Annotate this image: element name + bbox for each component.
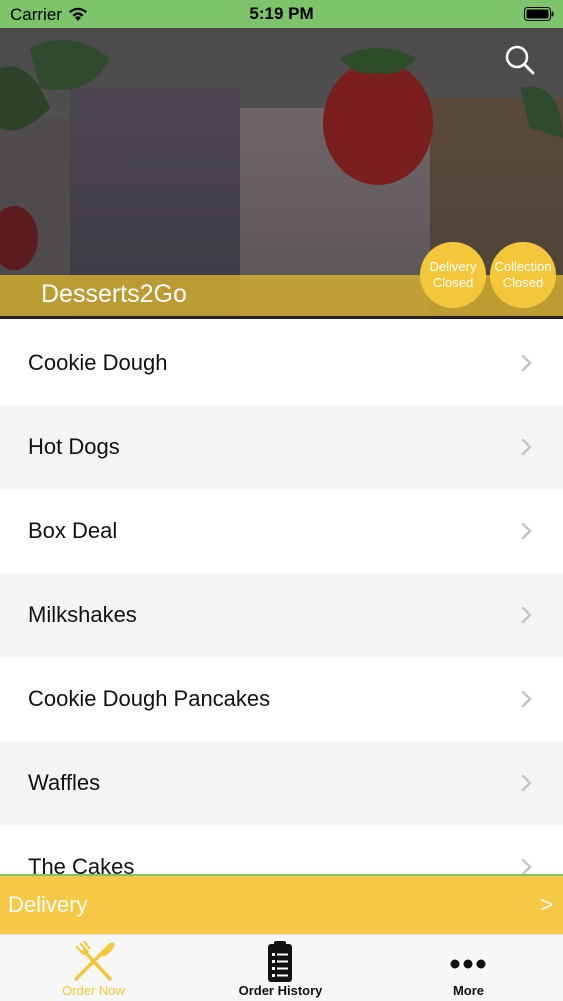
list-item[interactable]: Milkshakes bbox=[0, 573, 563, 657]
tab-label: Order Now bbox=[62, 983, 125, 998]
clipboard-list-icon bbox=[268, 941, 292, 982]
collection-status-badge: Collection Closed bbox=[490, 242, 556, 308]
menu-category-list: Cookie Dough Hot Dogs Box Deal Milkshake… bbox=[0, 321, 563, 874]
list-item[interactable]: Cookie Dough bbox=[0, 321, 563, 405]
tab-more[interactable]: More bbox=[375, 935, 562, 1001]
tab-label: Order History bbox=[238, 983, 323, 998]
badge-line: Delivery bbox=[429, 259, 477, 274]
battery-icon bbox=[524, 7, 554, 21]
delivery-mode-label: Delivery bbox=[8, 892, 88, 917]
list-item[interactable]: Waffles bbox=[0, 741, 563, 825]
badge-line: Closed bbox=[502, 275, 544, 290]
tab-label: More bbox=[452, 983, 485, 998]
list-item[interactable]: Box Deal bbox=[0, 489, 563, 573]
list-item[interactable]: Hot Dogs bbox=[0, 405, 563, 489]
list-item[interactable]: Cookie Dough Pancakes bbox=[0, 657, 563, 741]
menu-item-label: Cookie Dough Pancakes bbox=[28, 686, 271, 711]
status-bar: Carrier 5:19 PM bbox=[0, 0, 563, 28]
chevron-right-icon bbox=[521, 774, 532, 792]
list-item[interactable]: The Cakes bbox=[0, 825, 563, 874]
chevron-right-icon bbox=[521, 858, 532, 874]
search-icon[interactable] bbox=[500, 40, 540, 80]
tab-bar: Order Now Order History More bbox=[0, 934, 563, 1001]
tab-order-history[interactable]: Order History bbox=[187, 935, 374, 1001]
badge-line: Closed bbox=[432, 275, 474, 290]
chevron-right-icon bbox=[521, 690, 532, 708]
menu-item-label: Cookie Dough bbox=[28, 350, 168, 375]
delivery-arrow-icon: > bbox=[540, 892, 553, 917]
chevron-right-icon bbox=[521, 438, 532, 456]
delivery-mode-bar[interactable]: Delivery > bbox=[0, 874, 563, 936]
menu-item-label: The Cakes bbox=[28, 854, 135, 874]
menu-item-label: Box Deal bbox=[28, 518, 118, 543]
restaurant-name: Desserts2Go bbox=[41, 280, 187, 308]
menu-item-label: Waffles bbox=[28, 770, 101, 795]
more-dots-icon bbox=[450, 959, 486, 969]
chevron-right-icon bbox=[521, 354, 532, 372]
tab-order-now[interactable]: Order Now bbox=[0, 935, 187, 1001]
delivery-status-badge: Delivery Closed bbox=[420, 242, 486, 308]
badge-line: Collection bbox=[494, 259, 552, 274]
menu-item-label: Hot Dogs bbox=[28, 434, 120, 459]
menu-item-label: Milkshakes bbox=[28, 602, 137, 627]
fork-knife-icon bbox=[74, 940, 115, 981]
chevron-right-icon bbox=[521, 606, 532, 624]
chevron-right-icon bbox=[521, 522, 532, 540]
status-time: 5:19 PM bbox=[249, 4, 314, 23]
